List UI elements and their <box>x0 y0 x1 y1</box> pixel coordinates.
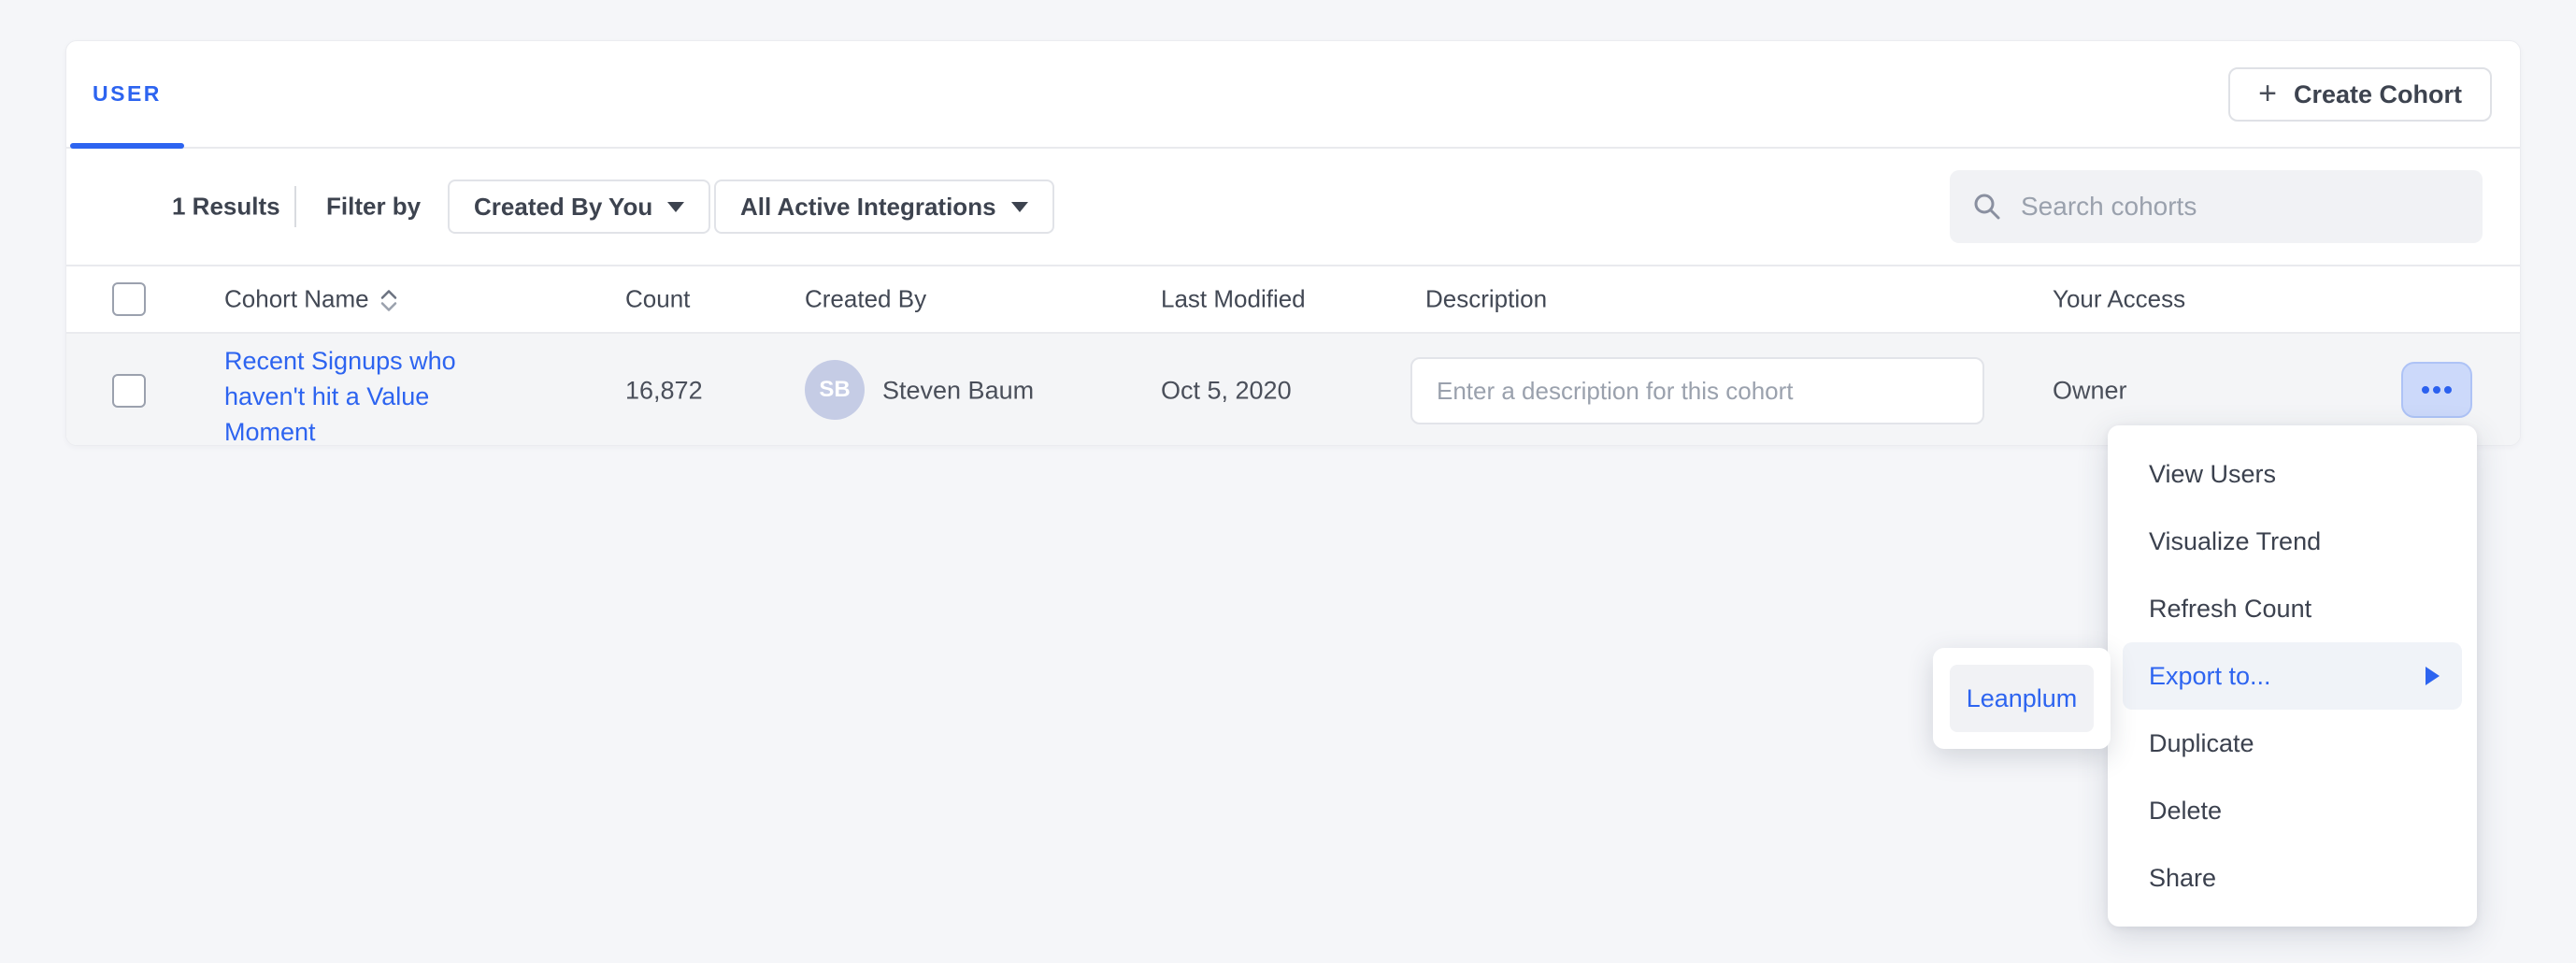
row-actions-button[interactable] <box>2401 362 2472 418</box>
integrations-dropdown-label: All Active Integrations <box>740 193 996 222</box>
cohorts-card: USER + Create Cohort 1 Results Filter by… <box>65 40 2521 446</box>
table-header: Cohort Name Count Created By Last Modifi… <box>66 266 2520 334</box>
search-icon <box>1972 192 2002 222</box>
menu-item-export-to[interactable]: Export to... <box>2123 642 2462 710</box>
avatar: SB <box>805 360 865 420</box>
divider <box>294 186 296 227</box>
filter-bar: 1 Results Filter by Created By You All A… <box>66 149 2520 266</box>
menu-item-delete[interactable]: Delete <box>2108 777 2477 844</box>
header-your-access: Your Access <box>2053 285 2185 314</box>
select-all-checkbox[interactable] <box>112 282 146 316</box>
row-checkbox[interactable] <box>112 374 146 408</box>
menu-item-share[interactable]: Share <box>2108 844 2477 912</box>
menu-item-view-users[interactable]: View Users <box>2108 440 2477 508</box>
sort-icon[interactable] <box>380 289 397 311</box>
tab-user-label: USER <box>93 81 162 107</box>
create-cohort-button[interactable]: + Create Cohort <box>2228 67 2492 122</box>
last-modified-date: Oct 5, 2020 <box>1161 376 1292 405</box>
access-level: Owner <box>2053 376 2127 405</box>
tab-user[interactable]: USER <box>70 41 184 147</box>
menu-item-export-to-label: Export to... <box>2149 662 2271 691</box>
header-count: Count <box>625 285 690 314</box>
cohort-count: 16,872 <box>625 376 703 405</box>
results-count: 1 Results <box>172 193 280 222</box>
submenu-arrow-icon <box>2426 667 2440 685</box>
search-box <box>1950 170 2483 243</box>
dot-icon <box>2444 386 2452 394</box>
header-last-modified: Last Modified <box>1161 285 1306 314</box>
dot-icon <box>2433 386 2440 394</box>
row-context-menu: View Users Visualize Trend Refresh Count… <box>2108 425 2477 927</box>
menu-item-visualize-trend[interactable]: Visualize Trend <box>2108 508 2477 575</box>
export-submenu: Leanplum <box>1933 648 2111 749</box>
header-cohort-name[interactable]: Cohort Name <box>224 285 397 314</box>
search-input[interactable] <box>2021 192 2460 222</box>
header-created-by: Created By <box>805 285 926 314</box>
chevron-down-icon <box>667 202 684 212</box>
submenu-item-leanplum[interactable]: Leanplum <box>1950 665 2094 732</box>
description-input[interactable] <box>1410 357 1984 424</box>
chevron-down-icon <box>1011 202 1028 212</box>
cohorts-page: USER + Create Cohort 1 Results Filter by… <box>0 0 2576 963</box>
dot-icon <box>2422 386 2429 394</box>
create-cohort-label: Create Cohort <box>2294 80 2462 109</box>
header-cohort-name-label: Cohort Name <box>224 285 369 314</box>
tabs-bar: USER + Create Cohort <box>66 41 2520 149</box>
integrations-dropdown[interactable]: All Active Integrations <box>714 180 1054 234</box>
created-by-dropdown-label: Created By You <box>474 193 652 222</box>
plus-icon: + <box>2258 78 2277 109</box>
menu-item-duplicate[interactable]: Duplicate <box>2108 710 2477 777</box>
cohort-name-link[interactable]: Recent Signups who haven't hit a Value M… <box>224 343 463 446</box>
header-description: Description <box>1425 285 1547 314</box>
created-by-dropdown[interactable]: Created By You <box>448 180 710 234</box>
created-by-name: Steven Baum <box>882 376 1034 405</box>
menu-item-refresh-count[interactable]: Refresh Count <box>2108 575 2477 642</box>
filter-by-label: Filter by <box>326 193 421 222</box>
